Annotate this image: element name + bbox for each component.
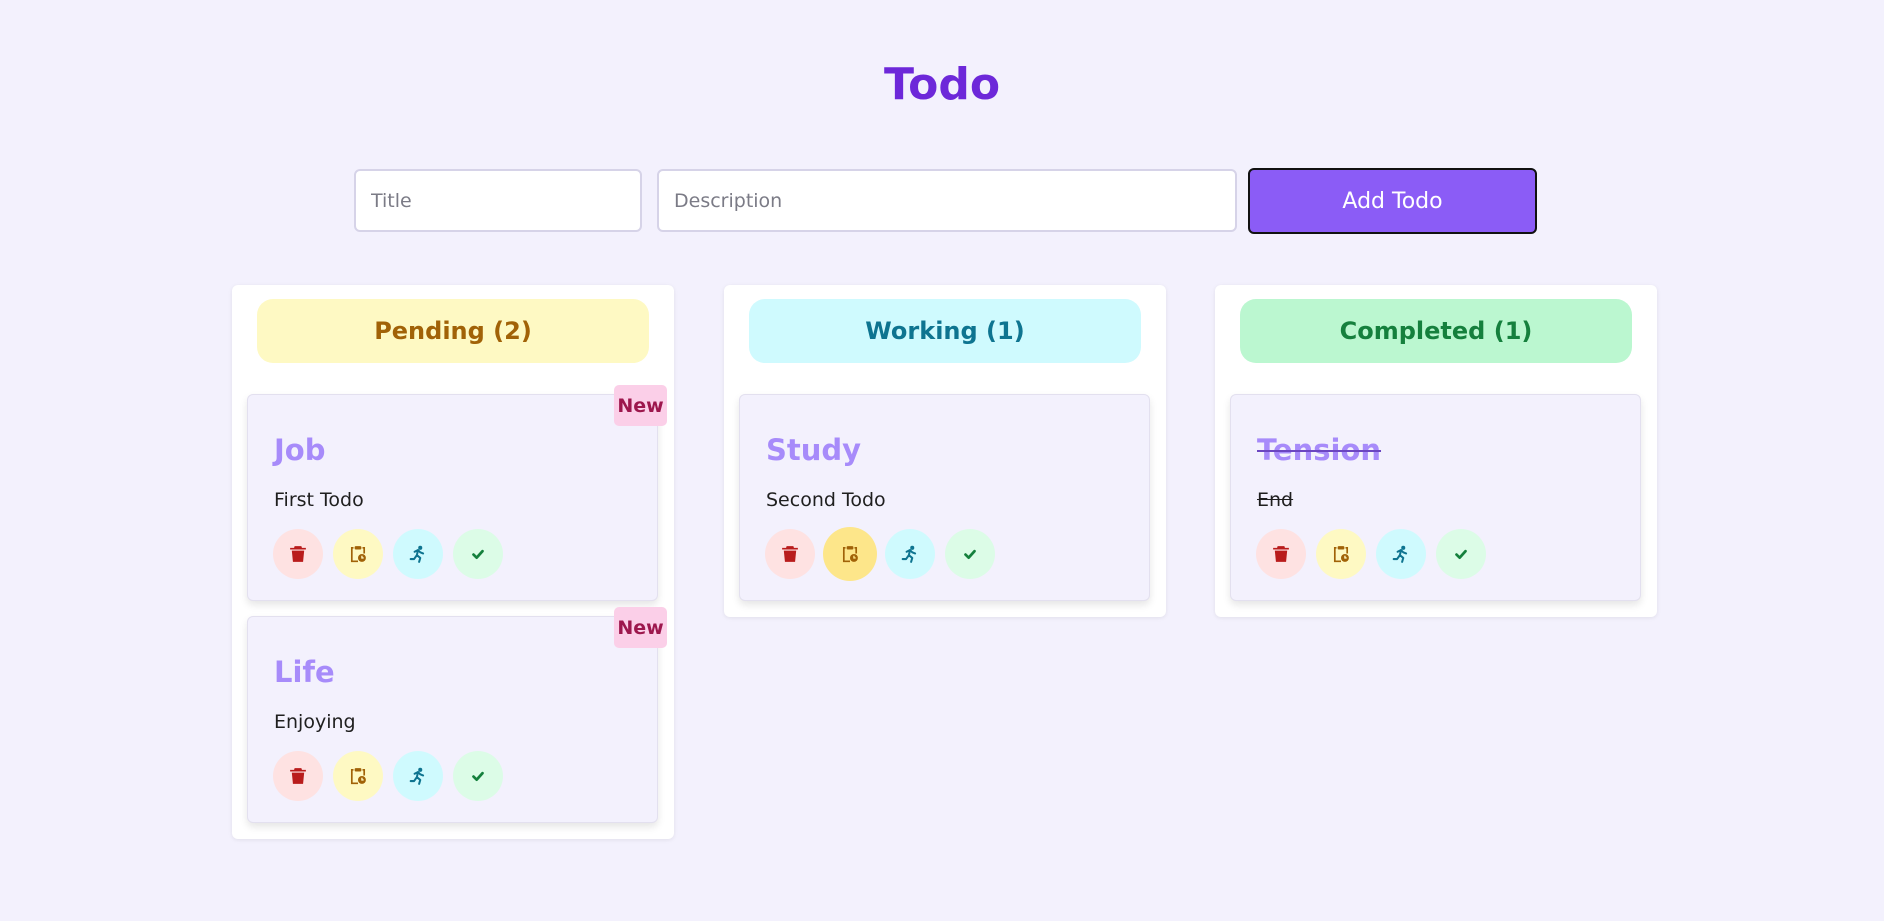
todo-description: Enjoying [274,711,356,733]
check-icon [469,767,487,785]
completed-column: Completed (1) Tension End [1215,285,1657,617]
completed-header: Completed (1) [1240,299,1632,363]
pending-header: Pending (2) [257,299,649,363]
todo-title: Tension [1257,433,1382,467]
todo-description: First Todo [274,489,364,511]
trash-icon [781,545,799,563]
description-input[interactable] [657,169,1237,232]
mark-complete-button[interactable] [1436,529,1486,579]
mark-pending-button[interactable] [1316,529,1366,579]
todo-title: Study [766,433,862,467]
check-icon [1452,545,1470,563]
title-input[interactable] [354,169,642,232]
todo-card: New Life Enjoying [247,607,667,823]
mark-working-button[interactable] [393,751,443,801]
page-title: Todo [883,59,1001,110]
running-person-icon [901,545,919,563]
todo-card: Tension End [1230,394,1641,601]
trash-icon [289,767,307,785]
mark-working-button[interactable] [1376,529,1426,579]
mark-working-button[interactable] [885,529,935,579]
clipboard-clock-icon [841,545,859,563]
running-person-icon [409,767,427,785]
trash-icon [289,545,307,563]
check-icon [469,545,487,563]
delete-button[interactable] [1256,529,1306,579]
clipboard-clock-icon [349,545,367,563]
mark-complete-button[interactable] [945,529,995,579]
new-badge: New [614,385,667,426]
add-todo-form: Add Todo [354,168,1537,234]
trash-icon [1272,545,1290,563]
todo-description: Second Todo [766,489,886,511]
running-person-icon [1392,545,1410,563]
delete-button[interactable] [273,751,323,801]
mark-working-button[interactable] [393,529,443,579]
clipboard-clock-icon [1332,545,1350,563]
todo-title: Life [274,655,335,689]
pending-column: Pending (2) New Job First Todo New Life … [232,285,674,839]
check-icon [961,545,979,563]
todo-card: New Job First Todo [247,385,667,601]
delete-button[interactable] [765,529,815,579]
todo-card: Study Second Todo [739,394,1150,601]
todo-title: Job [274,433,326,467]
mark-pending-button[interactable] [333,529,383,579]
add-todo-button[interactable]: Add Todo [1248,168,1537,234]
delete-button[interactable] [273,529,323,579]
clipboard-clock-icon [349,767,367,785]
working-column: Working (1) Study Second Todo [724,285,1166,617]
todo-description: End [1257,489,1294,511]
working-header: Working (1) [749,299,1141,363]
mark-complete-button[interactable] [453,529,503,579]
mark-complete-button[interactable] [453,751,503,801]
mark-pending-button[interactable] [333,751,383,801]
running-person-icon [409,545,427,563]
mark-pending-button[interactable] [823,527,877,581]
new-badge: New [614,607,667,648]
